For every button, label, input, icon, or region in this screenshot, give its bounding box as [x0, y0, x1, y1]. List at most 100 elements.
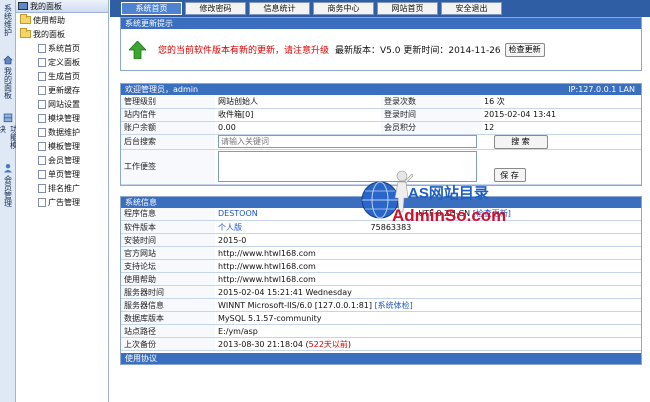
- agreement-header[interactable]: 使用协议: [121, 353, 641, 364]
- file-icon: [38, 141, 46, 151]
- agreement-title: 使用协议: [125, 354, 157, 363]
- vnav-members[interactable]: 会员管理: [0, 156, 15, 216]
- vnav-label: 我的面板: [3, 67, 13, 99]
- tree-item[interactable]: 模块管理: [16, 111, 108, 125]
- table-row: 上次备份 2013-08-30 21:18:04 (522天以前): [121, 337, 641, 351]
- table-row: 支持论坛 http://www.htwl168.com: [121, 259, 641, 273]
- cell-label: 会员积分: [381, 121, 481, 135]
- file-icon: [38, 43, 46, 53]
- table-row: 站内信件 收件箱[0] 登录时间 2015-02-04 13:41: [121, 108, 641, 122]
- file-icon: [38, 99, 46, 109]
- table-row: 站点路径 E:/ym/asp: [121, 324, 641, 338]
- tree-item[interactable]: 会员管理: [16, 153, 108, 167]
- tab-website-home[interactable]: 网站首页: [377, 2, 438, 15]
- tree-item[interactable]: 生成首页: [16, 69, 108, 83]
- vnav-label: 会员管理: [3, 175, 13, 207]
- computer-icon: [18, 2, 28, 10]
- tree-item[interactable]: 系统首页: [16, 41, 108, 55]
- tree-item[interactable]: 更新缓存: [16, 83, 108, 97]
- cell-value: E:/ym/asp: [215, 324, 641, 338]
- cell-value: 网站创始人: [215, 95, 381, 109]
- check-update-button[interactable]: 检查更新: [504, 42, 545, 57]
- table-row: 服务器信息 WINNT Microsoft-IIS/6.0 [127.0.0.1…: [121, 298, 641, 312]
- file-icon: [38, 169, 46, 179]
- tab-business-center[interactable]: 商务中心: [313, 2, 374, 15]
- tree-item-label: 定义面板: [48, 57, 80, 67]
- cell-label: 登录时间: [381, 108, 481, 122]
- search-input[interactable]: [218, 135, 477, 148]
- program-link[interactable]: DESTOON: [218, 209, 258, 218]
- file-icon: [38, 85, 46, 95]
- vnav-system-maintenance[interactable]: 系统维护: [0, 0, 15, 48]
- table-row: 服务器时间 2015-02-04 15:21:41 Wednesday: [121, 285, 641, 299]
- cell-value: 12: [481, 121, 641, 135]
- upgrade-arrow-icon: [129, 40, 146, 59]
- latest-version-text: 最新版本：V5.0 更新时间：2014-11-26: [335, 46, 501, 56]
- inbox-link[interactable]: 收件箱[0]: [215, 108, 381, 122]
- cell-label: 服务器信息: [121, 298, 215, 312]
- tree-item[interactable]: 网站设置: [16, 97, 108, 111]
- cell-label: 程序信息: [121, 207, 215, 221]
- cell-label: 软件版本: [121, 220, 215, 234]
- search-cell: 搜 索: [215, 134, 641, 150]
- cell-value: 2013-08-30 21:18:04 (522天以前): [215, 337, 641, 351]
- user-icon: [3, 164, 12, 173]
- tree-item-label: 数据维护: [48, 127, 80, 137]
- tab-logout[interactable]: 安全退出: [441, 2, 502, 15]
- tree-item[interactable]: 广告管理: [16, 195, 108, 209]
- cell-label: 账户余额: [121, 121, 215, 135]
- cell-label: 登录次数: [381, 95, 481, 109]
- tree-item[interactable]: 单页管理: [16, 167, 108, 181]
- home-icon: [2, 55, 13, 65]
- vnav-modules[interactable]: 功能模块: [0, 106, 19, 156]
- forum-link[interactable]: http://www.htwl168.com: [215, 259, 641, 273]
- backup-close-paren: ): [347, 339, 352, 349]
- tree-node-my-panel[interactable]: 我的面板: [16, 27, 108, 41]
- tree-item[interactable]: 数据维护: [16, 125, 108, 139]
- cell-value: 16 次: [481, 95, 641, 109]
- vnav-my-panel[interactable]: 我的面板: [0, 48, 15, 106]
- update-panel-title: 系统更新提示: [125, 19, 173, 28]
- edition-link[interactable]: 个人版: [218, 223, 242, 232]
- tree-item[interactable]: 定义面板: [16, 55, 108, 69]
- update-body: 您的当前软件版本有新的更新，请注意升级 最新版本：V5.0 更新时间：2014-…: [121, 29, 641, 70]
- watermark-logo: AS网站目录 AdminSo.com: [360, 170, 510, 230]
- tree-item-label: 模板管理: [48, 141, 80, 151]
- system-check-link[interactable]: [系统体检]: [375, 301, 413, 310]
- cell-value: MySQL 5.1.57-community: [215, 311, 641, 325]
- folder-open-icon: [20, 28, 31, 38]
- tree-item[interactable]: 模板管理: [16, 139, 108, 153]
- vnav-label: 系统维护: [3, 4, 13, 36]
- search-button[interactable]: 搜 索: [493, 134, 548, 149]
- update-panel: 系统更新提示 您的当前软件版本有新的更新，请注意升级 最新版本：V5.0 更新时…: [120, 17, 642, 71]
- table-row: 使用帮助 http://www.htwl168.com: [121, 272, 641, 286]
- tree-item-label: 更新缓存: [48, 85, 80, 95]
- cell-label: 服务器时间: [121, 285, 215, 299]
- ip-text: IP:127.0.0.1 LAN: [568, 85, 635, 94]
- file-icon: [38, 113, 46, 123]
- tab-system-home[interactable]: 系统首页: [121, 2, 182, 15]
- file-icon: [38, 57, 46, 67]
- tree-node-label: 我的面板: [33, 29, 65, 39]
- cell-label: 官方网站: [121, 246, 215, 260]
- tab-statistics[interactable]: 信息统计: [249, 2, 310, 15]
- cell-label: 上次备份: [121, 337, 215, 351]
- file-icon: [38, 155, 46, 165]
- table-row: 安装时间 2015-0: [121, 233, 641, 247]
- tree-item-label: 单页管理: [48, 169, 80, 179]
- main-content: 系统首页 修改密码 信息统计 商务中心 网站首页 安全退出 系统更新提示 您的当…: [110, 0, 650, 402]
- system-info-title: 系统信息: [125, 197, 157, 207]
- file-icon: [38, 183, 46, 193]
- help-link[interactable]: http://www.htwl168.com: [215, 272, 641, 286]
- tree-node-help[interactable]: 使用帮助: [16, 13, 108, 27]
- tree-header: 我的面板: [16, 0, 108, 13]
- tree-item-label: 网站设置: [48, 99, 80, 109]
- file-icon: [38, 197, 46, 207]
- cell-value: WINNT Microsoft-IIS/6.0 [127.0.0.1:81] […: [215, 298, 641, 312]
- tab-change-password[interactable]: 修改密码: [185, 2, 246, 15]
- top-tabs: 系统首页 修改密码 信息统计 商务中心 网站首页 安全退出: [110, 0, 650, 17]
- file-icon: [38, 127, 46, 137]
- tree-item[interactable]: 排名推广: [16, 181, 108, 195]
- official-site-link[interactable]: http://www.htwl168.com: [215, 246, 641, 260]
- admin-panel-header: 欢迎管理员，admin IP:127.0.0.1 LAN: [121, 84, 641, 95]
